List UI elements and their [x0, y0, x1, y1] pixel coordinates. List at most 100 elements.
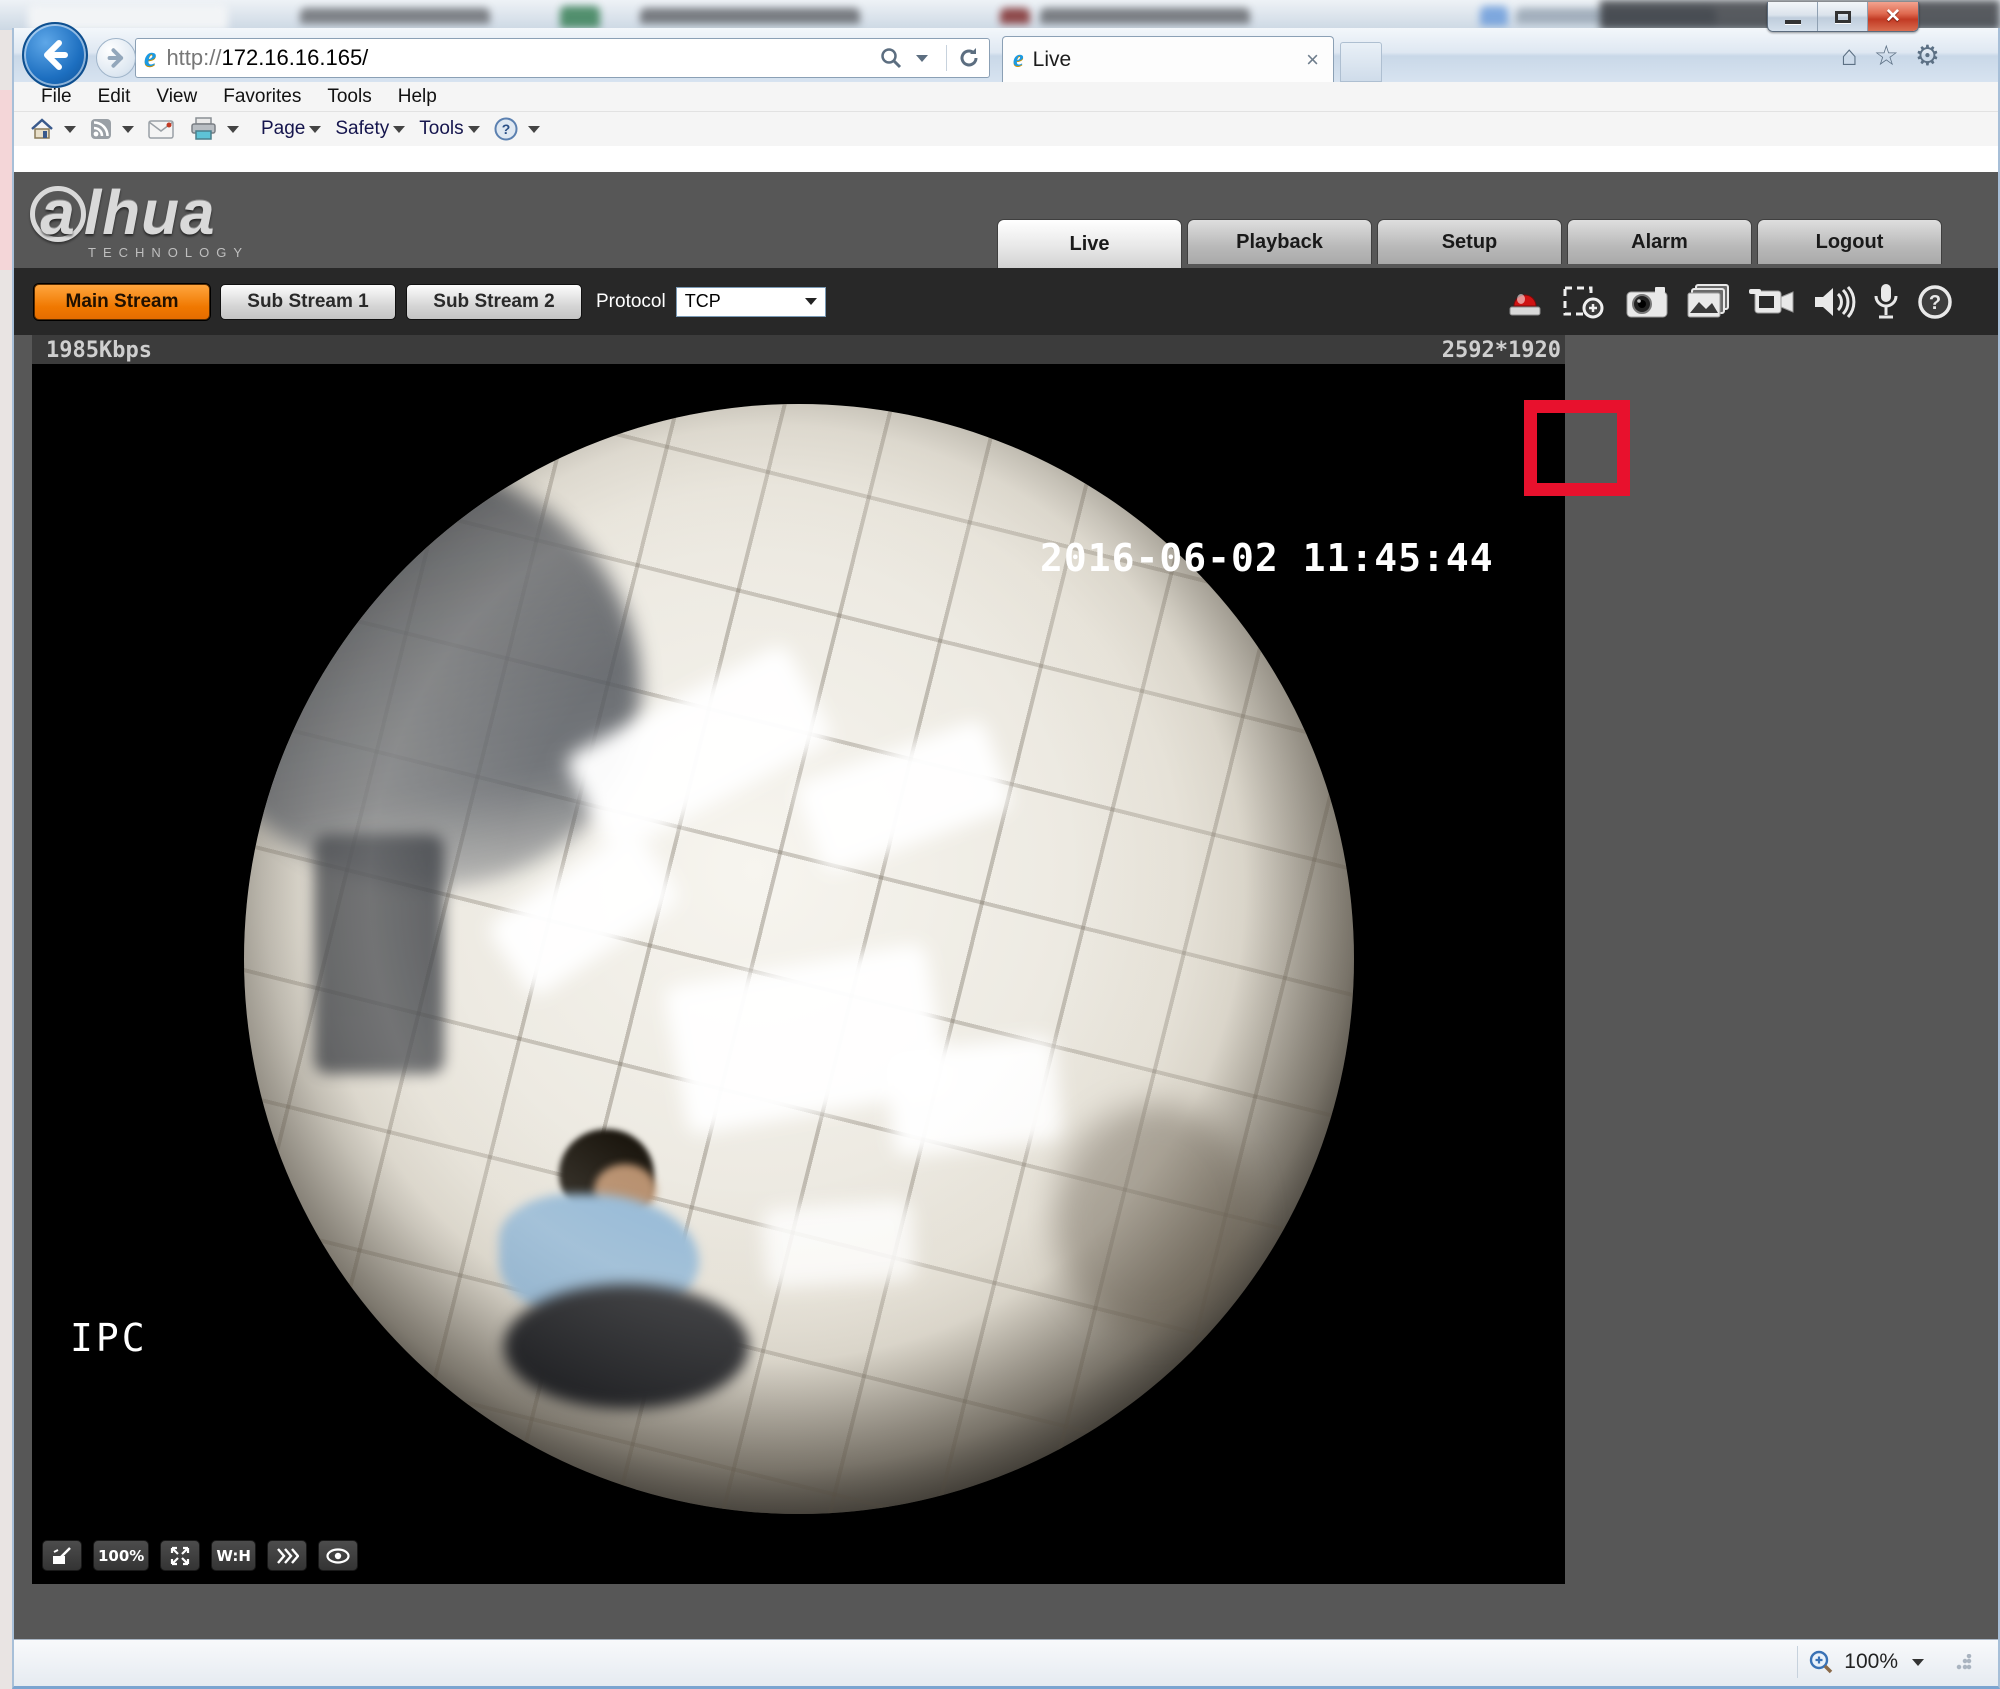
home-dropdown-caret[interactable]	[64, 125, 76, 133]
url-text[interactable]: http://172.16.16.165/	[166, 45, 880, 71]
forward-button[interactable]	[96, 38, 136, 78]
tab-alarm[interactable]: Alarm	[1567, 219, 1752, 264]
page-header: a lhua TECHNOLOGY Live Playback Setup Ala…	[14, 172, 1998, 268]
divider	[946, 45, 947, 71]
stream-info-bar: 1985Kbps 2592*1920	[32, 335, 1565, 364]
audio-icon[interactable]	[1812, 284, 1856, 320]
close-button[interactable]: ✕	[1868, 2, 1918, 31]
protocol-select[interactable]: TCP	[675, 286, 826, 317]
sub-stream-2-button[interactable]: Sub Stream 2	[406, 283, 582, 320]
print-button[interactable]	[190, 117, 217, 141]
tab-live[interactable]: Live	[997, 219, 1182, 268]
snapshot-icon[interactable]	[1625, 285, 1669, 319]
background-tab-ghost	[1040, 8, 1250, 24]
logo-subtitle: TECHNOLOGY	[88, 245, 250, 260]
fluency-button[interactable]	[266, 1540, 307, 1571]
triple-snapshot-icon[interactable]	[1686, 283, 1730, 321]
original-size-button[interactable]: 100%	[93, 1540, 150, 1571]
zoom-magnifier-icon	[1810, 1650, 1833, 1674]
main-navigation-tabs: Live Playback Setup Alarm Logout	[997, 219, 1942, 268]
background-windows-strip	[0, 0, 2000, 30]
safety-menu-button[interactable]: Safety	[335, 118, 413, 140]
read-mail-button[interactable]	[148, 119, 174, 139]
divider	[1797, 1646, 1799, 1678]
eye-icon	[326, 1547, 350, 1564]
home-icon[interactable]: ⌂	[1841, 40, 1858, 72]
channel-label-overlay: IPC	[70, 1316, 148, 1360]
digital-zoom-icon[interactable]	[1562, 283, 1608, 321]
main-stream-button[interactable]: Main Stream	[34, 283, 210, 320]
menu-view[interactable]: View	[143, 84, 210, 110]
refresh-icon[interactable]	[957, 46, 981, 70]
page-menu-button[interactable]: Page	[261, 118, 329, 140]
ie-tab-icon: e	[1013, 46, 1024, 72]
menu-bar: File Edit View Favorites Tools Help	[14, 82, 1998, 112]
menu-favorites[interactable]: Favorites	[210, 84, 314, 110]
print-dropdown-caret[interactable]	[227, 125, 239, 133]
tools-menu-button[interactable]: Tools	[419, 118, 487, 140]
resolution-text: 2592*1920	[1441, 338, 1561, 363]
live-function-icons: ?	[1505, 282, 1954, 322]
bitrate-text: 1985Kbps	[46, 338, 152, 363]
menu-edit[interactable]: Edit	[85, 84, 144, 110]
tab-setup[interactable]: Setup	[1377, 219, 1562, 264]
fluency-chevrons-icon	[277, 1547, 299, 1564]
video-control-bar: 100% W:H	[42, 1540, 358, 1571]
help-icon[interactable]: ?	[1916, 283, 1954, 321]
aspect-ratio-button[interactable]: W:H	[211, 1540, 256, 1571]
close-icon: ✕	[1885, 6, 1901, 27]
image-adjust-icon	[53, 1546, 71, 1564]
zoom-control-group[interactable]: 100%	[1797, 1646, 1972, 1678]
search-dropdown-caret[interactable]	[916, 54, 928, 62]
camera-web-page: a lhua TECHNOLOGY Live Playback Setup Ala…	[14, 172, 1998, 1639]
browser-tab-live[interactable]: e Live ×	[1002, 36, 1334, 82]
live-video-canvas[interactable]: 2016-06-02 11:45:44 IPC 100% W:H	[32, 364, 1565, 1584]
favorites-star-icon[interactable]: ☆	[1874, 40, 1899, 72]
relay-out-alarm-icon[interactable]	[1505, 283, 1545, 321]
help-command-button[interactable]: ?	[494, 117, 518, 141]
rules-visibility-button[interactable]	[317, 1540, 358, 1571]
maximize-button[interactable]	[1818, 2, 1868, 31]
search-icon[interactable]	[880, 47, 902, 69]
tab-logout[interactable]: Logout	[1757, 219, 1942, 264]
page-dropdown-caret	[309, 125, 322, 133]
talk-microphone-icon[interactable]	[1873, 282, 1899, 322]
fullscreen-button[interactable]	[160, 1540, 201, 1571]
mail-icon	[148, 119, 174, 139]
back-arrow-icon	[44, 40, 68, 70]
sub-stream-1-button[interactable]: Sub Stream 1	[220, 283, 396, 320]
address-bar[interactable]: e http://172.16.16.165/	[135, 38, 990, 78]
svg-text:?: ?	[501, 121, 510, 137]
forward-arrow-icon	[107, 48, 124, 68]
page-viewport: a lhua TECHNOLOGY Live Playback Setup Ala…	[14, 146, 1998, 1639]
resize-grip[interactable]	[1956, 1654, 1972, 1670]
protocol-label: Protocol	[596, 290, 666, 312]
home-house-icon	[31, 118, 53, 139]
rss-dropdown-caret[interactable]	[122, 125, 134, 133]
browser-quick-icons: ⌂ ☆ ⚙	[1841, 40, 1940, 72]
page-menu-label: Page	[261, 118, 306, 139]
background-tab-ghost	[1000, 8, 1030, 24]
new-tab-button[interactable]	[1340, 42, 1382, 82]
back-button[interactable]	[22, 22, 88, 88]
minimize-button[interactable]	[1768, 2, 1818, 31]
tab-close-icon[interactable]: ×	[1302, 47, 1323, 73]
help-circle-icon: ?	[494, 117, 518, 141]
background-tab-ghost	[300, 8, 490, 24]
zoom-dropdown-caret[interactable]	[1912, 1658, 1924, 1666]
logo-ring-a: a	[30, 183, 86, 245]
settings-gear-icon[interactable]: ⚙	[1915, 40, 1940, 72]
image-adjust-button[interactable]	[42, 1540, 82, 1571]
tab-playback[interactable]: Playback	[1187, 219, 1372, 264]
timestamp-overlay: 2016-06-02 11:45:44	[1040, 536, 1494, 580]
page-zoom-level: 100%	[1844, 1650, 1898, 1673]
menu-tools[interactable]: Tools	[314, 84, 384, 110]
window-controls: ✕	[1767, 2, 1919, 32]
background-tab-ghost	[1480, 6, 1508, 26]
menu-help[interactable]: Help	[385, 84, 450, 110]
record-icon[interactable]	[1747, 285, 1795, 319]
rss-feeds-button[interactable]	[90, 118, 112, 140]
home-command-button[interactable]	[30, 118, 54, 140]
help-dropdown-caret[interactable]	[527, 125, 540, 133]
dahua-logo: a lhua TECHNOLOGY	[30, 178, 249, 260]
